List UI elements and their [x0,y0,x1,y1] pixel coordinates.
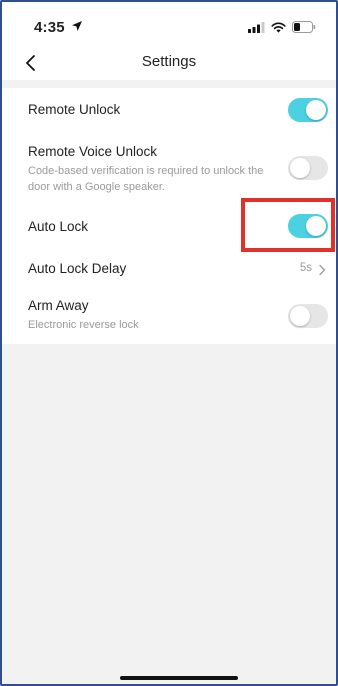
toggle-knob [290,306,310,326]
navigation-bar: Settings [2,44,336,80]
status-bar: 4:35 [2,2,336,44]
remote-voice-unlock-description: Code-based verification is required to u… [28,165,264,193]
arm-away-description: Electronic reverse lock [28,319,139,331]
remote-voice-unlock-toggle[interactable] [288,156,328,180]
arm-away-label: Arm Away [28,298,89,313]
toggle-knob [290,158,310,178]
setting-row-remote-unlock: Remote Unlock [2,88,336,132]
setting-row-remote-voice-unlock: Remote Voice Unlock Code-based verificat… [2,132,336,200]
status-icons [248,20,316,38]
auto-lock-delay-value: 5s [299,262,312,274]
toggle-knob [306,100,326,120]
home-indicator[interactable] [120,676,238,680]
wifi-icon [271,20,286,38]
battery-icon [292,20,316,38]
arm-away-toggle[interactable] [288,304,328,328]
phone-screen: 4:35 Settings Remote Unlock Remote Voice… [0,0,338,686]
remote-voice-unlock-label: Remote Voice Unlock [28,144,158,159]
auto-lock-label: Auto Lock [28,219,89,234]
page-title: Settings [141,53,197,70]
chevron-right-icon [316,263,328,276]
remote-unlock-label: Remote Unlock [28,102,121,117]
location-arrow-icon [71,19,83,37]
setting-row-arm-away: Arm Away Electronic reverse lock [2,288,336,344]
remote-unlock-toggle[interactable] [288,98,328,122]
auto-lock-delay-label: Auto Lock Delay [28,261,127,276]
setting-row-auto-lock-delay[interactable]: Auto Lock Delay 5s [2,250,336,288]
cellular-signal-icon [248,20,265,38]
highlight-box [241,198,335,252]
status-time: 4:35 [34,19,65,36]
